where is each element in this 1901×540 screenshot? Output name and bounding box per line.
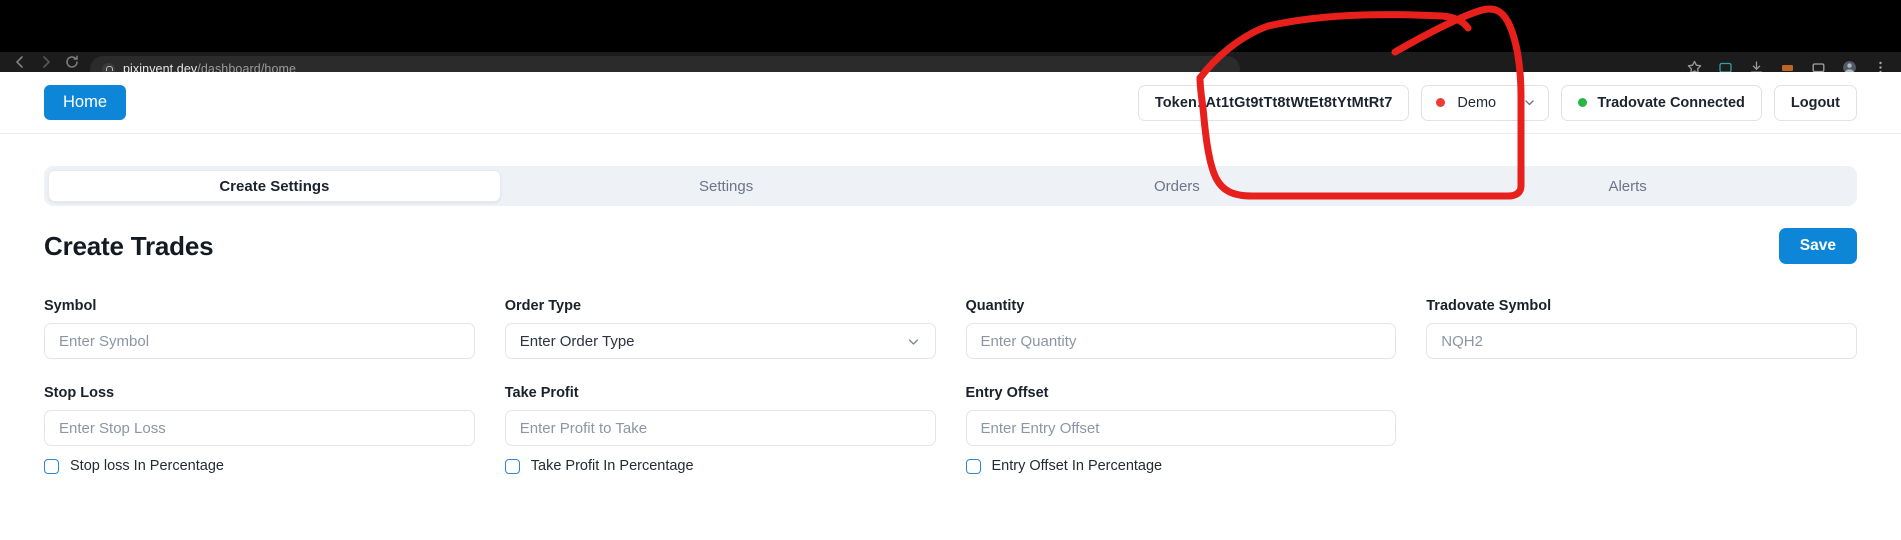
tab-settings[interactable]: Settings [501, 170, 952, 202]
field-stop-loss: Stop Loss Enter Stop Loss Stop loss In P… [44, 385, 475, 474]
tab-bar: Create Settings Settings Orders Alerts [44, 166, 1857, 206]
kebab-menu-icon[interactable] [1872, 59, 1889, 72]
order-type-select[interactable]: Enter Order Type [504, 323, 936, 359]
stop-loss-input[interactable]: Enter Stop Loss [44, 410, 475, 446]
field-take-profit: Take Profit Enter Profit to Take Take Pr… [504, 385, 936, 474]
field-label-quantity: Quantity [965, 298, 1025, 314]
extension-orange-icon[interactable] [1779, 59, 1796, 73]
save-button[interactable]: Save [1778, 228, 1857, 264]
star-icon[interactable] [1686, 59, 1703, 72]
environment-value: Demo [1457, 94, 1497, 111]
field-label-take-profit: Take Profit [504, 385, 579, 401]
symbol-input[interactable]: Enter Symbol [44, 323, 475, 359]
field-label-order-type: Order Type [504, 298, 582, 314]
app-header: Home Token: At1tGt9tTt8tWtEt8tYtMtRt7 De… [0, 72, 1901, 134]
tab-list: Create Settings Settings Orders Alerts [44, 166, 1857, 206]
connection-status-badge[interactable]: Tradovate Connected [1561, 84, 1762, 121]
field-entry-offset: Entry Offset Enter Entry Offset Entry Of… [965, 385, 1397, 474]
checkbox-take-profit-percentage[interactable]: Take Profit In Percentage [504, 458, 936, 474]
puzzle-piece-icon[interactable] [1717, 59, 1734, 72]
browser-toolbar: pixinvent.dev/dashboard/home [0, 52, 1901, 72]
field-tradovate-symbol: Tradovate Symbol NQH2 [1426, 298, 1857, 359]
browser-chrome: pixinvent.dev/dashboard/home [0, 0, 1901, 72]
tab-create-settings[interactable]: Create Settings [48, 170, 501, 202]
checkbox-entry-offset-percentage[interactable]: Entry Offset In Percentage [965, 458, 1397, 474]
connection-status-dot [1578, 98, 1588, 107]
create-trades-form: Symbol Enter Symbol Order Type Enter Ord… [44, 298, 1857, 474]
back-arrow-icon[interactable] [12, 54, 28, 70]
field-label-symbol: Symbol [44, 298, 97, 314]
downloads-icon[interactable] [1748, 59, 1765, 72]
page-title: Create Trades [44, 231, 214, 261]
field-symbol: Symbol Enter Symbol [44, 298, 475, 359]
browser-tab-strip [0, 0, 1901, 52]
tradovate-symbol-input[interactable]: NQH2 [1426, 323, 1857, 359]
logout-button[interactable]: Logout [1773, 84, 1857, 121]
checkbox-label-take-profit-percentage: Take Profit In Percentage [530, 458, 694, 474]
token-display: Token: At1tGt9tTt8tWtEt8tYtMtRt7 [1137, 84, 1410, 121]
field-quantity: Quantity Enter Quantity [965, 298, 1397, 359]
profile-avatar-icon[interactable] [1841, 59, 1858, 72]
home-button[interactable]: Home [44, 85, 127, 120]
take-profit-input[interactable]: Enter Profit to Take [504, 410, 936, 446]
field-order-type: Order Type Enter Order Type [504, 298, 936, 359]
screen-root: pixinvent.dev/dashboard/home Home Token:… [0, 0, 1901, 540]
field-label-tradovate-symbol: Tradovate Symbol [1426, 298, 1552, 314]
token-text: Token: At1tGt9tTt8tWtEt8tYtMtRt7 [1154, 94, 1393, 111]
field-spacer [1426, 385, 1857, 474]
checkbox-icon[interactable] [44, 458, 59, 474]
checkbox-stop-loss-percentage[interactable]: Stop loss In Percentage [44, 458, 475, 474]
connection-status-label: Tradovate Connected [1597, 94, 1745, 111]
checkbox-icon[interactable] [504, 458, 520, 474]
header-actions: Token: At1tGt9tTt8tWtEt8tYtMtRt7 Demo Tr… [1137, 84, 1857, 121]
checkbox-icon[interactable] [965, 458, 981, 474]
environment-select[interactable]: Demo [1421, 84, 1550, 121]
forward-arrow-icon[interactable] [38, 54, 54, 70]
address-bar-url: pixinvent.dev/dashboard/home [123, 62, 297, 72]
checkbox-label-stop-loss-percentage: Stop loss In Percentage [70, 458, 224, 474]
field-label-entry-offset: Entry Offset [965, 385, 1049, 401]
window-controls-icon[interactable] [1810, 59, 1827, 73]
chevron-down-icon [906, 334, 921, 349]
order-type-value: Enter Order Type [519, 332, 635, 350]
lock-icon [102, 62, 115, 72]
environment-status-dot [1436, 98, 1446, 107]
address-bar[interactable]: pixinvent.dev/dashboard/home [90, 56, 1240, 72]
field-label-stop-loss: Stop Loss [44, 385, 115, 401]
browser-toolbar-icons [1686, 59, 1889, 73]
entry-offset-input[interactable]: Enter Entry Offset [965, 410, 1397, 446]
tab-alerts[interactable]: Alerts [1402, 170, 1853, 202]
chevron-down-icon [1523, 96, 1536, 109]
quantity-input[interactable]: Enter Quantity [965, 323, 1397, 359]
tab-orders[interactable]: Orders [952, 170, 1403, 202]
reload-icon[interactable] [64, 54, 80, 70]
checkbox-label-entry-offset-percentage: Entry Offset In Percentage [991, 458, 1163, 474]
